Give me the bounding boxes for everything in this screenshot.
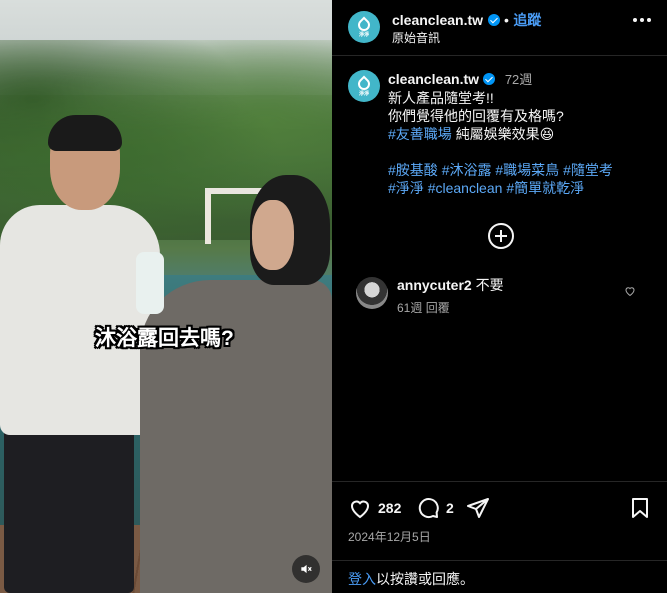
login-link[interactable]: 登入 bbox=[348, 571, 376, 587]
save-button[interactable] bbox=[628, 496, 652, 520]
paper-plane-icon bbox=[467, 498, 489, 518]
avatar-logo-text: 淨淨 bbox=[358, 32, 369, 38]
hashtag-link[interactable]: #沐浴露 bbox=[442, 162, 492, 178]
comment-meta: 61週 回覆 bbox=[397, 299, 450, 316]
caption-avatar[interactable]: 淨淨 bbox=[348, 70, 380, 102]
reel-video[interactable]: 沐浴露回去嗎? bbox=[0, 0, 332, 593]
separator-dot: • bbox=[503, 12, 509, 28]
comment-time[interactable]: 61週 bbox=[397, 301, 422, 315]
video-person-man-legs bbox=[4, 420, 134, 593]
comment-like-heart-icon[interactable] bbox=[624, 285, 636, 297]
hashtag-link[interactable]: #隨堂考 bbox=[563, 162, 613, 178]
actions-section: 282 2 2024年12月5日 登入以按讚或回應。 bbox=[332, 481, 667, 593]
commenter-username[interactable]: annycuter2 bbox=[397, 277, 472, 293]
video-person-woman-face bbox=[252, 200, 294, 270]
hashtag-link[interactable]: #胺基酸 bbox=[388, 162, 438, 178]
login-prompt: 登入以按讚或回應。 bbox=[332, 560, 667, 593]
post-panel: 淨淨 cleanclean.tw • 追蹤 原始音訊 淨淨 cleanclean… bbox=[332, 0, 667, 593]
video-bottle bbox=[136, 252, 164, 314]
follow-button[interactable]: 追蹤 bbox=[513, 12, 541, 28]
mute-button[interactable] bbox=[292, 555, 320, 583]
account-avatar[interactable]: 淨淨 bbox=[348, 11, 380, 43]
comment-body: annycuter2 不要 bbox=[397, 275, 504, 295]
post-header: 淨淨 cleanclean.tw • 追蹤 原始音訊 bbox=[332, 0, 667, 56]
caption-line: 你們覺得他的回覆有及格嗎? bbox=[388, 108, 564, 124]
bookmark-icon bbox=[632, 498, 648, 518]
avatar-logo-text: 淨淨 bbox=[358, 91, 369, 97]
like-button[interactable]: 282 bbox=[348, 496, 401, 520]
comment-bubble-icon bbox=[418, 498, 439, 519]
share-button[interactable] bbox=[466, 496, 490, 520]
hashtag-link[interactable]: #友善職場 bbox=[388, 126, 452, 142]
caption-time[interactable]: 72週 bbox=[505, 72, 532, 87]
header-username[interactable]: cleanclean.tw bbox=[392, 12, 483, 28]
video-person-man-hair bbox=[48, 115, 122, 151]
hashtag-link[interactable]: #職場菜鳥 bbox=[495, 162, 559, 178]
speaker-muted-icon bbox=[301, 564, 312, 574]
commenter-avatar[interactable] bbox=[356, 277, 388, 309]
likes-count[interactable]: 282 bbox=[378, 500, 401, 516]
more-options-icon[interactable] bbox=[633, 18, 651, 22]
comment-reply-button[interactable]: 回覆 bbox=[426, 301, 450, 315]
hashtag-link[interactable]: #淨淨 bbox=[388, 180, 424, 196]
hashtag-link[interactable]: #cleanclean bbox=[428, 180, 503, 196]
video-person-man bbox=[0, 205, 160, 435]
comment-text: 不要 bbox=[475, 277, 504, 293]
audio-link[interactable]: 原始音訊 bbox=[392, 29, 440, 46]
verified-badge-icon bbox=[482, 73, 495, 85]
caption-text: cleanclean.tw 72週 新人產品隨堂考!! 你們覺得他的回覆有及格嗎… bbox=[388, 70, 663, 197]
verified-badge-icon bbox=[487, 14, 500, 26]
heart-icon bbox=[350, 500, 370, 519]
post-date[interactable]: 2024年12月5日 bbox=[348, 528, 431, 545]
hashtag-link[interactable]: #簡單就乾淨 bbox=[506, 180, 584, 196]
caption-line: 新人產品隨堂考!! bbox=[388, 90, 494, 106]
comment-button[interactable]: 2 bbox=[416, 496, 454, 520]
load-more-comments-icon[interactable] bbox=[488, 223, 514, 249]
caption-line: 純屬娛樂效果😆 bbox=[455, 126, 555, 142]
comments-count: 2 bbox=[446, 500, 454, 516]
caption-username[interactable]: cleanclean.tw bbox=[388, 71, 479, 87]
login-prompt-text: 以按讚或回應。 bbox=[376, 571, 474, 587]
video-subtitle: 沐浴露回去嗎? bbox=[95, 327, 234, 350]
